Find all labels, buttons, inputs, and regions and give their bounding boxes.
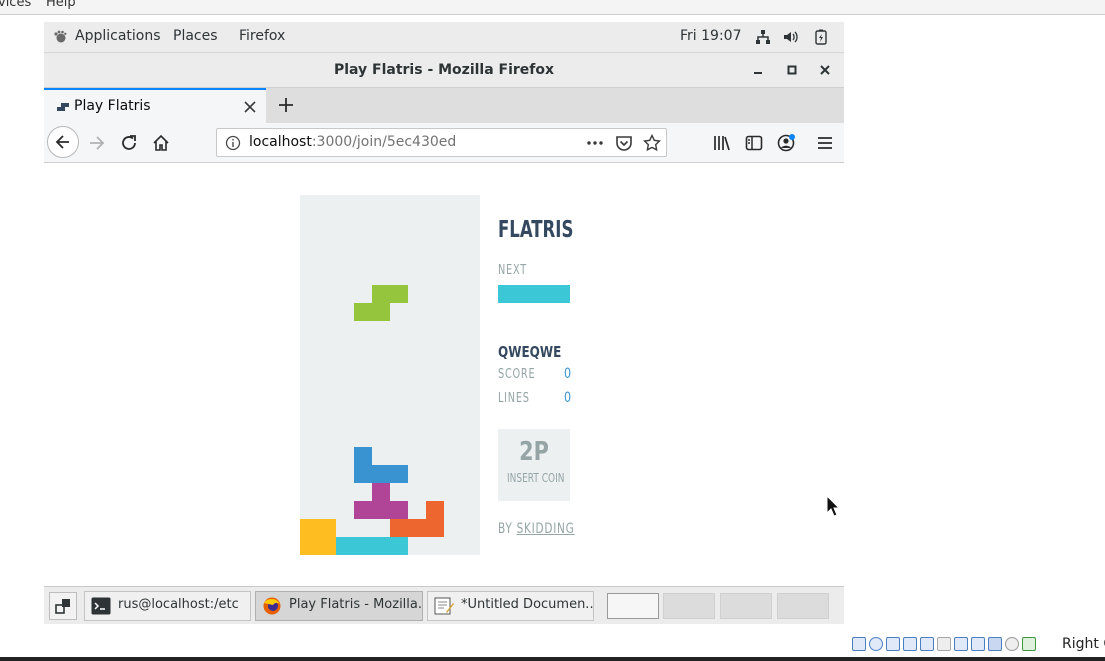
taskbar-item-terminal[interactable]: rus@localhost:/etc	[84, 591, 251, 621]
page-content: FLATRIS NEXT QWEQWE SCORE 0 LINES 0 2P I…	[44, 163, 844, 586]
host-menu-help[interactable]: Help	[46, 0, 76, 10]
taskbar-item-firefox[interactable]: Play Flatris - Mozilla...	[255, 591, 423, 621]
url-text: localhost:3000/join/5ec430ed	[249, 134, 456, 150]
host-bottom-edge	[0, 657, 1105, 661]
hamburger-menu-icon[interactable]	[815, 133, 835, 153]
volume-icon[interactable]	[783, 29, 799, 45]
close-window-icon[interactable]	[816, 61, 834, 79]
url-path: :3000/join/5ec430ed	[311, 134, 457, 150]
workspace-4[interactable]	[777, 593, 829, 619]
places-menu[interactable]: Places	[173, 28, 218, 44]
back-arrow-icon	[55, 135, 69, 149]
page-actions-icon[interactable]	[586, 134, 604, 152]
firefox-icon	[263, 597, 281, 615]
mouse-cursor-icon	[826, 495, 840, 517]
gnome-top-bar: Applications Places Firefox Fri 19:07	[44, 22, 844, 52]
author-credit: BY SKIDDING	[498, 521, 575, 537]
network-adapter-icon[interactable]	[903, 637, 917, 651]
two-player-button[interactable]: 2P INSERT COIN	[498, 429, 570, 501]
close-tab-icon[interactable]	[243, 100, 257, 114]
vrde-icon[interactable]	[988, 637, 1002, 651]
new-tab-icon[interactable]	[276, 95, 296, 115]
show-desktop-button[interactable]	[49, 592, 77, 620]
cpu-icon[interactable]	[1005, 637, 1019, 651]
shared-folder-icon[interactable]	[937, 637, 951, 651]
placed-block	[336, 537, 408, 555]
network-icon[interactable]	[755, 29, 771, 45]
forward-arrow-icon[interactable]	[87, 133, 107, 153]
next-label: NEXT	[498, 263, 527, 278]
placed-block	[426, 501, 444, 537]
reload-icon[interactable]	[119, 133, 139, 153]
taskbar-label: *Untitled Documen...	[461, 597, 594, 612]
library-icon[interactable]	[712, 133, 732, 153]
back-button[interactable]	[47, 126, 79, 158]
home-icon[interactable]	[151, 133, 171, 153]
account-icon[interactable]	[776, 133, 796, 153]
site-info-icon[interactable]	[225, 135, 241, 151]
terminal-icon	[91, 597, 111, 615]
workspace-2[interactable]	[663, 593, 715, 619]
text-editor-icon	[434, 597, 454, 615]
bookmark-star-icon[interactable]	[643, 134, 661, 152]
workspace-3[interactable]	[720, 593, 772, 619]
pocket-icon[interactable]	[615, 134, 633, 152]
host-key-label: Right C	[1062, 636, 1105, 652]
hard-disk-icon[interactable]	[852, 637, 866, 651]
video-capture-icon[interactable]	[971, 637, 985, 651]
placed-block	[300, 519, 336, 555]
next-piece-preview	[498, 285, 570, 303]
applications-menu[interactable]: Applications	[75, 28, 161, 44]
tab-strip: Play Flatris	[44, 88, 844, 123]
firefox-app-menu[interactable]: Firefox	[239, 28, 285, 44]
host-status-icons	[852, 637, 1036, 651]
insert-coin-label: INSERT COIN	[507, 471, 565, 485]
guest-taskbar: rus@localhost:/etc Play Flatris - Mozill…	[44, 586, 844, 624]
two-player-label: 2P	[519, 437, 549, 467]
flatris-favicon-icon	[57, 103, 69, 111]
lines-value: 0	[564, 390, 572, 406]
window-title: Play Flatris - Mozilla Firefox	[333, 62, 555, 78]
gnome-foot-icon	[54, 30, 67, 43]
show-desktop-icon	[55, 599, 70, 614]
placed-block	[372, 465, 408, 483]
audio-icon[interactable]	[886, 637, 900, 651]
window-titlebar[interactable]: Play Flatris - Mozilla Firefox	[44, 52, 844, 88]
placed-block	[354, 501, 408, 519]
taskbar-item-text-editor[interactable]: *Untitled Documen...	[427, 591, 594, 621]
clock[interactable]: Fri 19:07	[680, 28, 741, 44]
url-bar[interactable]: localhost:3000/join/5ec430ed	[216, 128, 667, 157]
falling-piece-cell	[372, 285, 408, 303]
battery-icon[interactable]	[813, 29, 829, 45]
tab-label: Play Flatris	[74, 98, 151, 114]
host-status-bar: Right C	[844, 633, 1105, 657]
maximize-icon[interactable]	[783, 61, 801, 79]
host-menu-devices[interactable]: vices	[0, 0, 31, 10]
score-value: 0	[564, 366, 572, 382]
player-name: QWEQWE	[498, 343, 562, 361]
navigation-bar: localhost:3000/join/5ec430ed	[44, 123, 844, 163]
optical-drive-icon[interactable]	[869, 637, 883, 651]
taskbar-label: Play Flatris - Mozilla...	[289, 597, 423, 612]
game-title: FLATRIS	[498, 217, 574, 243]
placed-block	[354, 447, 372, 483]
usb-icon[interactable]	[920, 637, 934, 651]
by-label: BY	[498, 521, 513, 537]
workspace-1[interactable]	[607, 593, 659, 619]
url-host: localhost	[249, 134, 312, 150]
minimize-icon[interactable]	[749, 61, 767, 79]
sidebar-icon[interactable]	[744, 133, 764, 153]
placed-block	[372, 483, 390, 501]
display-icon[interactable]	[954, 637, 968, 651]
arrow-down-icon[interactable]	[1022, 637, 1036, 651]
game-well[interactable]	[300, 195, 480, 555]
score-label: SCORE	[498, 367, 536, 382]
placed-block	[390, 519, 426, 537]
taskbar-label: rus@localhost:/etc	[118, 597, 239, 612]
falling-piece-cell	[354, 303, 390, 321]
tab-play-flatris[interactable]: Play Flatris	[44, 88, 266, 123]
lines-label: LINES	[498, 391, 530, 406]
host-menubar: vices Help	[0, 0, 1105, 15]
author-link[interactable]: SKIDDING	[517, 521, 575, 537]
